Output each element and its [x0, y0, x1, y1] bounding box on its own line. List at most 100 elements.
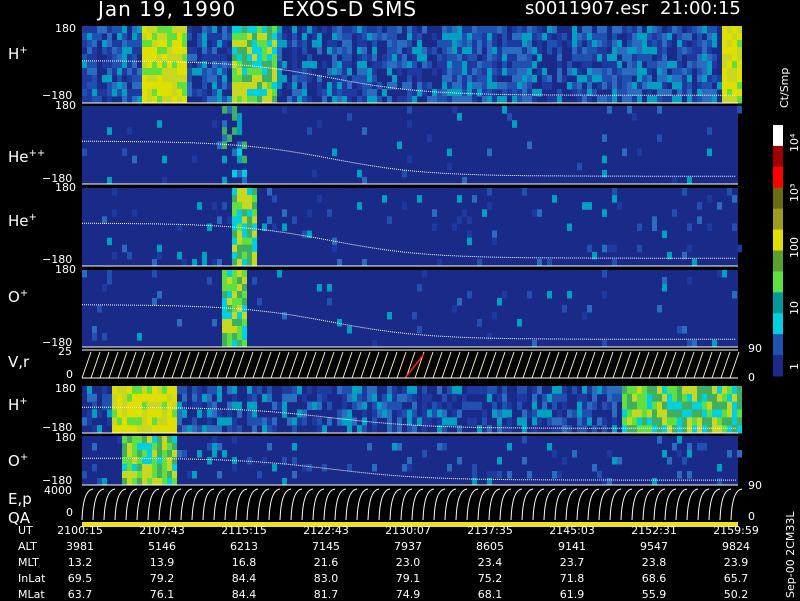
footer-cell: 5146: [148, 540, 176, 553]
panel-label-vr: V,r: [8, 353, 30, 371]
footer-row-label: InLat: [18, 572, 46, 585]
panel-label-o-plus-2: O+: [8, 452, 29, 470]
tick-top-5: 180: [55, 382, 76, 395]
colorbar-label-1: 1: [788, 363, 800, 370]
footer-cell: 8605: [476, 540, 504, 553]
tick-top-7: 4000: [44, 484, 72, 497]
footer-cell: 7937: [394, 540, 422, 553]
footer-cell: 23.9: [723, 556, 749, 569]
footer-cell: 81.7: [313, 588, 339, 601]
footer-cell: 23.8: [641, 556, 667, 569]
footer-cell: 6213: [230, 540, 258, 553]
panel-h-plus: [82, 26, 742, 104]
panel-o-plus-2: [82, 436, 742, 486]
file-name: s0011907.esr: [525, 0, 649, 19]
footer-cell: 68.6: [641, 572, 667, 585]
panel-o-plus: [82, 270, 738, 348]
footer-cell: 79.1: [395, 572, 421, 585]
footer-cell: 2122:43: [303, 524, 349, 537]
right-tick-bottom-7: 0: [748, 510, 755, 523]
chart-title-instrument: EXOS-D SMS: [282, 0, 418, 21]
colorbar-swatch: [773, 229, 783, 251]
tick-top-0: 180: [55, 22, 76, 35]
tick-top-3: 180: [55, 263, 76, 276]
colorbar-swatch: [773, 187, 783, 210]
colorbar-swatch: [773, 208, 783, 231]
footer-cell: 68.1: [477, 588, 503, 601]
footer-cell: 2100:15: [57, 524, 103, 537]
tick-top-6: 180: [55, 431, 76, 444]
spectrogram-cells: [82, 386, 742, 434]
footer-cell: 2115:15: [221, 524, 267, 537]
footer-cell: 23.0: [395, 556, 421, 569]
panel-label-h-plus-2: H+: [8, 396, 28, 414]
tick-bottom-7: 0: [66, 506, 73, 519]
colorbar-swatch: [773, 355, 783, 377]
footer-cell: 63.7: [67, 588, 93, 601]
footer-cell: 9141: [558, 540, 586, 553]
right-tick-top-4: 90: [748, 342, 762, 355]
footer-cell: 50.2: [723, 588, 749, 601]
footer-row-label: ALT: [18, 540, 37, 553]
footer-cell: 9547: [640, 540, 668, 553]
footer-cell: 65.7: [723, 572, 749, 585]
colorbar-label-10: 10: [788, 301, 800, 315]
footer-cell: 16.8: [231, 556, 257, 569]
footer-cell: 23.4: [477, 556, 503, 569]
footer-cell: 3981: [66, 540, 94, 553]
panel-label-o-plus: O+: [8, 288, 29, 306]
colorbar-swatch: [773, 125, 783, 147]
colorbar: [773, 125, 783, 377]
footer-cell: 7145: [312, 540, 340, 553]
panel-label-he-plus-plus: He++: [8, 148, 46, 166]
footer-cell: 13.2: [67, 556, 93, 569]
footer-row-label: MLT: [18, 556, 39, 569]
footer-row-label: MLat: [18, 588, 45, 601]
footer-cell: 79.2: [149, 572, 175, 585]
colorbar-label-100: 100: [788, 237, 800, 258]
panel-ep: [81, 488, 743, 527]
footer-cell: 71.8: [559, 572, 585, 585]
tick-top-1: 180: [55, 99, 76, 112]
colorbar-swatch: [773, 313, 783, 335]
footer-cell: 2152:31: [631, 524, 677, 537]
colorbar-label-10e3: 10³: [788, 183, 800, 202]
colorbar-swatch: [773, 145, 783, 168]
footer-cell: 9824: [722, 540, 750, 553]
panel-he-plus: [82, 188, 742, 267]
right-tick-top-7: 90: [748, 479, 762, 492]
footer-cell: 23.7: [559, 556, 585, 569]
header-time: 21:00:15: [660, 0, 741, 19]
colorbar-swatch: [773, 166, 783, 189]
footer-cell: 76.1: [149, 588, 175, 601]
colorbar-swatch: [773, 271, 783, 293]
colorbar-swatch: [773, 334, 783, 356]
colorbar-swatch: [773, 292, 783, 314]
panel-h-plus-2: [82, 386, 742, 434]
tick-bottom-4: 0: [66, 368, 73, 381]
footer-cell: 84.4: [231, 588, 257, 601]
footer-cell: 74.9: [395, 588, 421, 601]
footer-cell: 21.6: [313, 556, 339, 569]
colorbar-title: Ct/Smp: [778, 67, 791, 108]
plot-canvas: [81, 26, 783, 527]
footer-cell: 2130:07: [385, 524, 431, 537]
tick-top-4: 25: [58, 345, 72, 358]
panel-he-plus-plus: [82, 106, 742, 185]
footer-cell: 2137:35: [467, 524, 513, 537]
chart-title-date: Jan 19, 1990: [98, 0, 237, 21]
footer-row-label: UT: [18, 524, 33, 537]
right-tick-bottom-4: 0: [748, 371, 755, 384]
footer-cell: 13.9: [149, 556, 175, 569]
footer-cell: 55.9: [641, 588, 667, 601]
footer-cell: 69.5: [67, 572, 93, 585]
colorbar-swatch: [773, 250, 783, 272]
footer-cell: 83.0: [313, 572, 339, 585]
panel-label-ep: E,p: [8, 490, 32, 508]
footer-cell: 84.4: [231, 572, 257, 585]
colorbar-label-10e4: 10⁴: [788, 133, 800, 152]
footer-cell: 2145:03: [549, 524, 595, 537]
panel-label-h-plus: H+: [8, 45, 28, 63]
panel-label-he-plus: He+: [8, 212, 37, 230]
footer-cell: 75.2: [477, 572, 503, 585]
